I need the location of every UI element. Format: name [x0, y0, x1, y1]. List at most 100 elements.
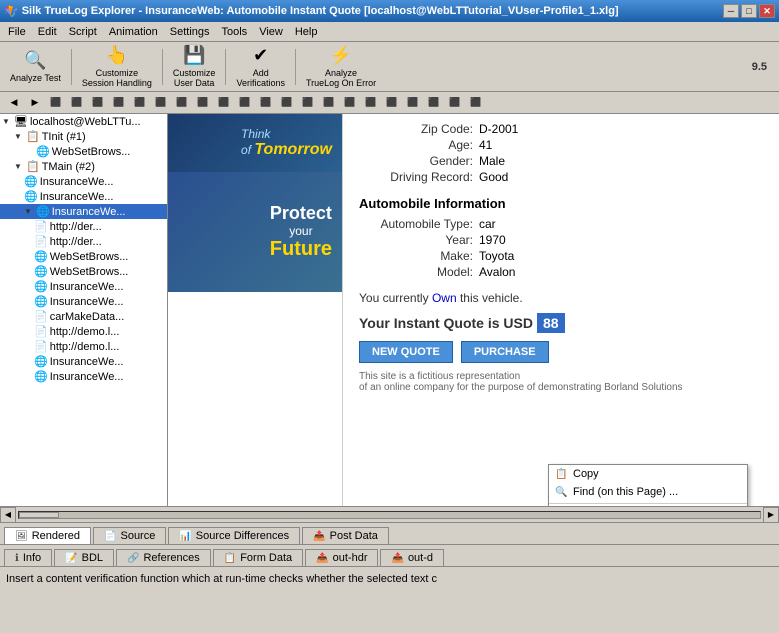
- menu-script[interactable]: Script: [63, 24, 103, 40]
- tab-rendered[interactable]: 🖼 Rendered: [4, 527, 91, 544]
- tree-item-tinit[interactable]: ▼ 📋 TInit (#1): [0, 129, 167, 144]
- toolbar2-btn-7[interactable]: ⬛: [130, 94, 150, 112]
- menu-view[interactable]: View: [253, 24, 289, 40]
- tree-icon-web1: 🌐: [36, 145, 50, 158]
- toolbar2-btn-21[interactable]: ⬛: [424, 94, 444, 112]
- menu-settings[interactable]: Settings: [164, 24, 216, 40]
- tab-out-d[interactable]: 📤 out-d: [380, 549, 444, 566]
- age-value: 41: [479, 138, 492, 152]
- maximize-button[interactable]: □: [741, 4, 757, 18]
- quote-value: 88: [537, 313, 565, 333]
- version-label: 9.5: [752, 61, 775, 73]
- rendered-icon: 🖼: [15, 531, 28, 542]
- banner-tomorrow-text: Tomorrow: [254, 141, 332, 158]
- tab-source-differences[interactable]: 📊 Source Differences: [168, 527, 300, 544]
- menu-animation[interactable]: Animation: [103, 24, 164, 40]
- toolbar2-btn-17[interactable]: ⬛: [340, 94, 360, 112]
- source-diff-icon: 📊: [179, 531, 191, 542]
- toolbar2-btn-23[interactable]: ⬛: [466, 94, 486, 112]
- tree-item-ins6[interactable]: 🌐 InsuranceWe...: [0, 354, 167, 369]
- customize-user-button[interactable]: 💾 CustomizeUser Data: [167, 46, 222, 88]
- ctx-find[interactable]: 🔍 Find (on this Page) ...: [549, 483, 747, 501]
- toolbar2-btn-13[interactable]: ⬛: [256, 94, 276, 112]
- menu-file[interactable]: File: [2, 24, 32, 40]
- purchase-button[interactable]: PURCHASE: [461, 341, 549, 363]
- toolbar2-btn-4[interactable]: ⬛: [67, 94, 87, 112]
- tree-item-ins1[interactable]: 🌐 InsuranceWe...: [0, 174, 167, 189]
- menu-tools[interactable]: Tools: [216, 24, 254, 40]
- tree-item-cardata[interactable]: 📄 carMakeData...: [0, 309, 167, 324]
- scroll-thumb[interactable]: [19, 512, 59, 518]
- toolbar2-btn-11[interactable]: ⬛: [214, 94, 234, 112]
- toolbar2-btn-18[interactable]: ⬛: [361, 94, 381, 112]
- ctx-copy[interactable]: 📋 Copy: [549, 465, 747, 483]
- toolbar2-btn-14[interactable]: ⬛: [277, 94, 297, 112]
- main-area: ▼ 🖥 localhost@WebLTTu... ▼ 📋 TInit (#1) …: [0, 114, 779, 506]
- tree-label-http2: http://der...: [50, 236, 102, 248]
- context-menu: 📋 Copy 🔍 Find (on this Page) ... ⚙ Parse…: [548, 464, 748, 506]
- add-verifications-button[interactable]: ✔ AddVerifications: [230, 46, 291, 88]
- toolbar2-btn-6[interactable]: ⬛: [109, 94, 129, 112]
- tree-item-ins3[interactable]: ▼ 🌐 InsuranceWe...: [0, 204, 167, 219]
- analyze-error-button[interactable]: ⚡ AnalyzeTrueLog On Error: [300, 46, 382, 88]
- title-bar-left: 🪁 Silk TrueLog Explorer - InsuranceWeb: …: [4, 5, 619, 18]
- tree-item-ins7[interactable]: 🌐 InsuranceWe...: [0, 369, 167, 384]
- customize-session-button[interactable]: 👆 CustomizeSession Handling: [76, 46, 158, 88]
- close-button[interactable]: ✕: [759, 4, 775, 18]
- menu-edit[interactable]: Edit: [32, 24, 63, 40]
- scroll-right-button[interactable]: ▶: [763, 507, 779, 523]
- tab-info[interactable]: ℹ Info: [4, 549, 52, 566]
- tree-item-http2[interactable]: 📄 http://der...: [0, 234, 167, 249]
- tab-out-hdr[interactable]: 📤 out-hdr: [305, 549, 378, 566]
- tab-post-data[interactable]: 📤 Post Data: [302, 527, 389, 544]
- nav-back-button[interactable]: ◀: [4, 94, 24, 112]
- scroll-left-button[interactable]: ◀: [0, 507, 16, 523]
- tree-item-web3[interactable]: 🌐 WebSetBrows...: [0, 264, 167, 279]
- tree-item-websetsess[interactable]: 🌐 WebSetBrows...: [0, 144, 167, 159]
- driving-label: Driving Record:: [359, 170, 479, 184]
- web-left-banners: Think of Tomorrow Protect your Future: [168, 114, 343, 506]
- toolbar2-btn-8[interactable]: ⬛: [151, 94, 171, 112]
- own-link[interactable]: Own: [432, 291, 457, 305]
- new-quote-button[interactable]: NEW QUOTE: [359, 341, 453, 363]
- toolbar2-btn-3[interactable]: ⬛: [46, 94, 66, 112]
- tree-scroll[interactable]: ▼ 🖥 localhost@WebLTTu... ▼ 📋 TInit (#1) …: [0, 114, 167, 506]
- tree-item-http1[interactable]: 📄 http://der...: [0, 219, 167, 234]
- toolbar2-btn-22[interactable]: ⬛: [445, 94, 465, 112]
- tree-item-ins4[interactable]: 🌐 InsuranceWe...: [0, 279, 167, 294]
- tree-item-tmain[interactable]: ▼ 📋 TMain (#2): [0, 159, 167, 174]
- tree-label-ins5: InsuranceWe...: [50, 296, 124, 308]
- toolbar2-btn-16[interactable]: ⬛: [319, 94, 339, 112]
- customize-user-icon: 💾: [183, 45, 205, 66]
- toolbar2-btn-9[interactable]: ⬛: [172, 94, 192, 112]
- minimize-button[interactable]: ─: [723, 4, 739, 18]
- footer-text: This site is a fictitious representation…: [359, 371, 763, 393]
- toolbar2-btn-5[interactable]: ⬛: [88, 94, 108, 112]
- tree-item-root[interactable]: ▼ 🖥 localhost@WebLTTu...: [0, 114, 167, 129]
- toolbar2-btn-19[interactable]: ⬛: [382, 94, 402, 112]
- tree-item-ins2[interactable]: 🌐 InsuranceWe...: [0, 189, 167, 204]
- tab-source[interactable]: 📄 Source: [93, 527, 166, 544]
- source-icon: 📄: [104, 531, 116, 542]
- analyze-test-button[interactable]: 🔍 Analyze Test: [4, 46, 67, 88]
- tab-bdl[interactable]: 📝 BDL: [54, 549, 114, 566]
- menu-help[interactable]: Help: [289, 24, 324, 40]
- tree-expand-root: ▼: [2, 117, 12, 126]
- find-icon: 🔍: [555, 487, 567, 498]
- tree-item-demo2[interactable]: 📄 http://demo.l...: [0, 339, 167, 354]
- tree-item-web2[interactable]: 🌐 WebSetBrows...: [0, 249, 167, 264]
- toolbar2-btn-15[interactable]: ⬛: [298, 94, 318, 112]
- toolbar2-btn-20[interactable]: ⬛: [403, 94, 423, 112]
- toolbar2-btn-12[interactable]: ⬛: [235, 94, 255, 112]
- tree-label-ins1: InsuranceWe...: [40, 176, 114, 188]
- tree-item-demo1[interactable]: 📄 http://demo.l...: [0, 324, 167, 339]
- tab-post-data-label: Post Data: [330, 530, 378, 542]
- info-icon: ℹ: [15, 553, 19, 564]
- tab-form-data[interactable]: 📋 Form Data: [213, 549, 303, 566]
- scroll-track[interactable]: [18, 511, 761, 519]
- nav-forward-button[interactable]: ▶: [25, 94, 45, 112]
- toolbar2-btn-10[interactable]: ⬛: [193, 94, 213, 112]
- tree-icon-ins4: 🌐: [34, 280, 48, 293]
- tab-references[interactable]: 🔗 References: [116, 549, 211, 566]
- tree-item-ins5[interactable]: 🌐 InsuranceWe...: [0, 294, 167, 309]
